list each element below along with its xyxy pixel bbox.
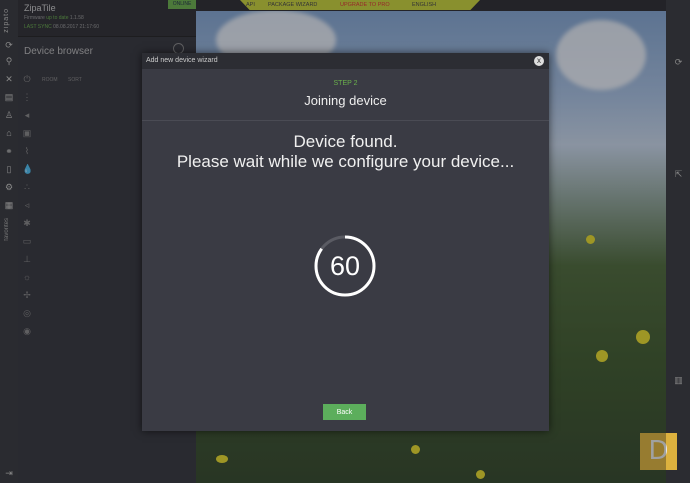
back-button[interactable]: Back (323, 404, 366, 420)
step-title: Joining device (304, 93, 387, 108)
countdown-value: 60 (329, 251, 361, 281)
doc-icon[interactable]: ▯ (4, 164, 14, 174)
add-device-wizard-modal: Add new device wizard x STEP 2 Joining d… (142, 53, 549, 431)
refresh-icon[interactable]: ⟳ (674, 58, 683, 67)
status-message-line1: Device found. (293, 132, 398, 151)
brand-label: zipato (3, 8, 10, 33)
modal-title: Add new device wizard (146, 57, 218, 64)
sync-icon[interactable]: ⟳ (4, 40, 14, 50)
logout-icon[interactable]: ⇥ (4, 468, 14, 478)
countdown-timer: 60 (312, 233, 378, 299)
favorites-label: favorites (4, 218, 10, 241)
calendar-icon[interactable]: ▦ (4, 200, 14, 210)
right-toolbar: ⟳ ⇱ ▥ (666, 0, 690, 483)
trash-icon[interactable]: ▥ (674, 376, 683, 385)
home-icon[interactable]: ⌂ (4, 128, 14, 138)
link-icon[interactable]: ⚭ (4, 146, 14, 156)
left-icon-rail: zipato ⟳ ⚲ ✕ ▤ ♙ ⌂ ⚭ ▯ ⚙ ▦ favorites ⇥ (0, 0, 19, 483)
settings-icon[interactable]: ⚙ (4, 182, 14, 192)
user-icon[interactable]: ♙ (4, 110, 14, 120)
step-label: STEP 2 (333, 80, 358, 87)
modal-header: Add new device wizard x (142, 53, 549, 69)
share-icon[interactable]: ⇱ (674, 170, 683, 179)
close-icon[interactable]: x (534, 56, 544, 66)
dashboard-icon[interactable]: ▤ (4, 92, 14, 102)
status-message-line2: Please wait while we configure your devi… (176, 152, 515, 171)
divider (142, 120, 549, 121)
search-icon[interactable]: ⚲ (4, 56, 14, 66)
tools-icon[interactable]: ✕ (4, 74, 14, 84)
